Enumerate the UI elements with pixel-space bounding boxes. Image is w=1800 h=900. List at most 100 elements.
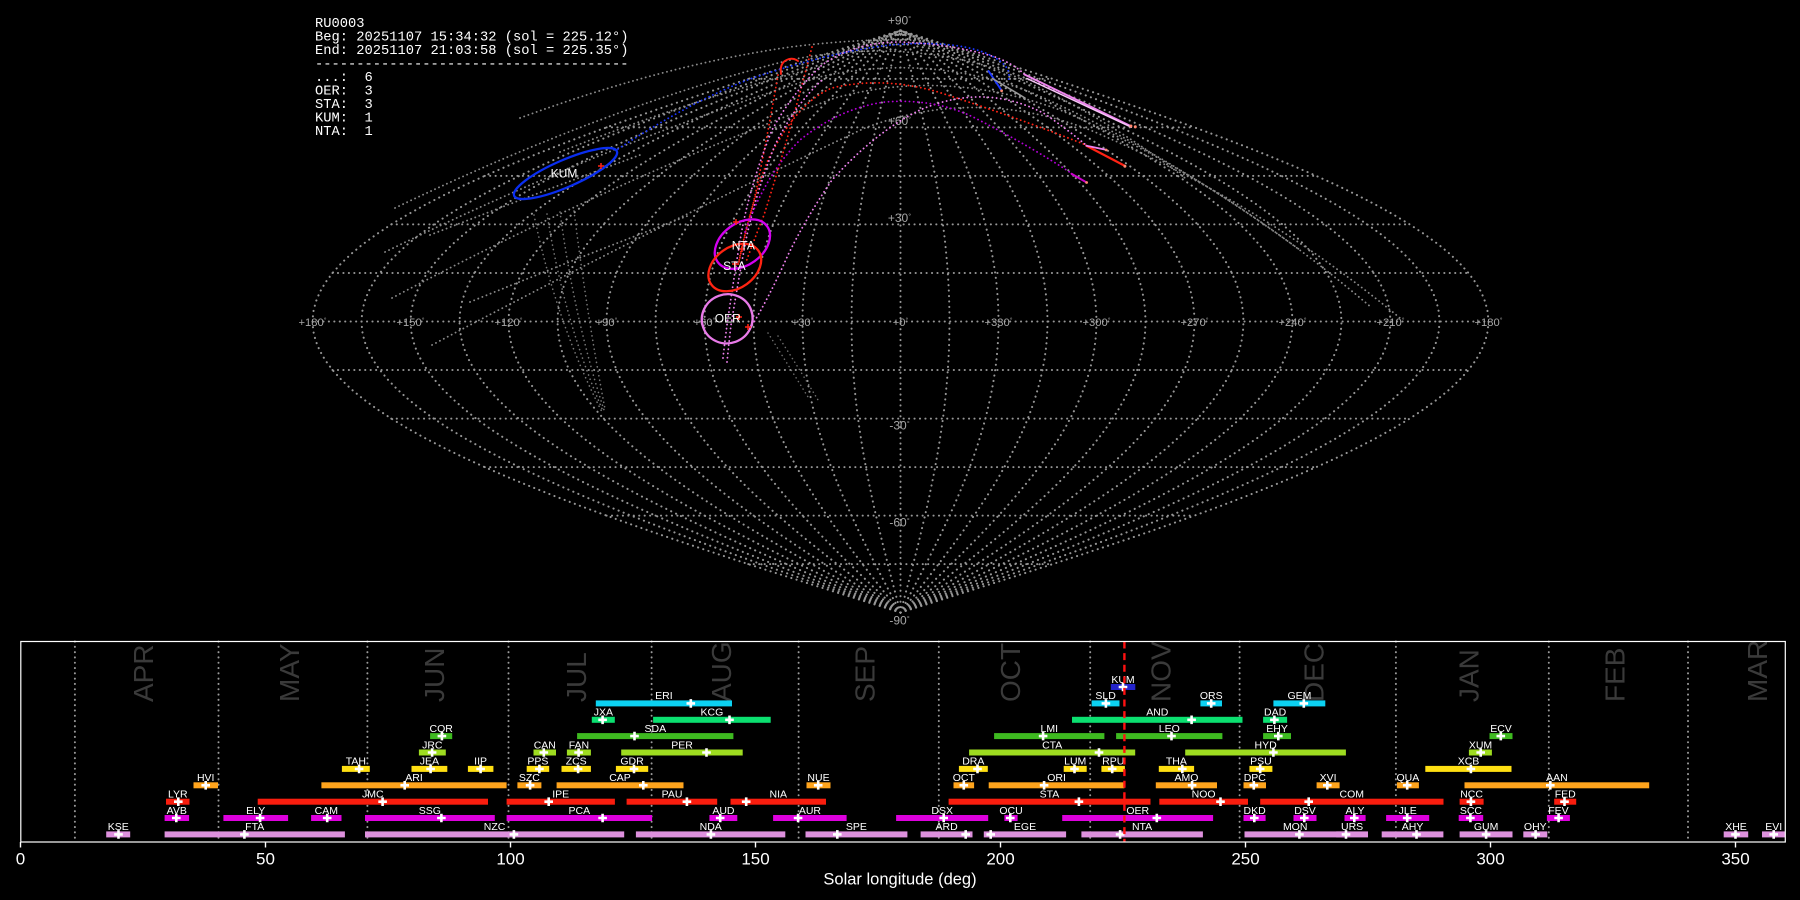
svg-text:SDA: SDA — [645, 723, 667, 735]
svg-text:FEV: FEV — [1548, 805, 1568, 817]
svg-text:HVI: HVI — [197, 772, 215, 784]
svg-text:LYR: LYR — [168, 789, 188, 801]
svg-text:STA: STA — [723, 259, 745, 273]
svg-text:ARD: ARD — [936, 821, 959, 833]
svg-text:0: 0 — [16, 850, 25, 869]
svg-text:NCC: NCC — [1460, 789, 1483, 801]
svg-text:JAN: JAN — [1453, 649, 1484, 702]
svg-text:NZC: NZC — [484, 821, 506, 833]
svg-text:EHY: EHY — [1266, 723, 1288, 735]
svg-text:DSX: DSX — [931, 805, 953, 817]
svg-text:+270°: +270° — [1181, 317, 1209, 330]
svg-text:CAM: CAM — [315, 805, 338, 817]
svg-text:FAN: FAN — [569, 739, 589, 751]
svg-text:CQR: CQR — [430, 723, 454, 735]
svg-text:PPS: PPS — [527, 756, 548, 768]
svg-text:AUD: AUD — [712, 805, 735, 817]
svg-text:ECV: ECV — [1490, 723, 1512, 735]
svg-text:+300°: +300° — [1083, 317, 1111, 330]
svg-text:FED: FED — [1555, 789, 1576, 801]
svg-text:350: 350 — [1721, 850, 1749, 869]
svg-text:SEP: SEP — [850, 646, 881, 702]
svg-text:CAP: CAP — [609, 772, 631, 784]
svg-text:300: 300 — [1476, 850, 1504, 869]
svg-text:JRC: JRC — [422, 739, 443, 751]
svg-text:LEO: LEO — [1159, 723, 1180, 735]
svg-text:QUA: QUA — [1397, 772, 1420, 784]
svg-text:JLE: JLE — [1399, 805, 1417, 817]
svg-text:OCU: OCU — [999, 805, 1022, 817]
svg-text:-60°: -60° — [889, 516, 909, 530]
svg-text:ELY: ELY — [246, 805, 265, 817]
svg-text:ORS: ORS — [1200, 690, 1223, 702]
svg-text:XHE: XHE — [1725, 821, 1747, 833]
svg-text:COM: COM — [1340, 789, 1365, 801]
svg-text:OCT: OCT — [953, 772, 976, 784]
svg-text:APR: APR — [128, 644, 159, 702]
svg-text:JXA: JXA — [594, 707, 613, 719]
svg-text:AUR: AUR — [799, 805, 822, 817]
svg-text:MAY: MAY — [274, 643, 305, 702]
svg-text:GUM: GUM — [1474, 821, 1499, 833]
svg-text:AAN: AAN — [1546, 772, 1568, 784]
svg-text:NTA: NTA — [732, 238, 755, 252]
svg-text:TAH: TAH — [346, 756, 366, 768]
svg-text:JUL: JUL — [561, 652, 592, 702]
svg-text:+330°: +330° — [985, 317, 1013, 330]
svg-text:DAD: DAD — [1264, 707, 1287, 719]
svg-text:KUM: KUM — [551, 167, 578, 181]
svg-text:FEB: FEB — [1599, 648, 1630, 702]
svg-text:ARI: ARI — [405, 772, 423, 784]
svg-text:EGE: EGE — [1014, 821, 1036, 833]
svg-text:XUM: XUM — [1469, 739, 1492, 751]
svg-text:AUG: AUG — [706, 641, 737, 702]
svg-text:URS: URS — [1341, 821, 1363, 833]
svg-text:SCC: SCC — [1460, 805, 1483, 817]
svg-text:NOO: NOO — [1192, 789, 1216, 801]
svg-text:OCT: OCT — [995, 643, 1026, 702]
svg-text:HYD: HYD — [1255, 739, 1278, 751]
svg-text:KSE: KSE — [108, 821, 129, 833]
svg-text:NTA: NTA — [1132, 821, 1152, 833]
svg-text:ZCS: ZCS — [566, 756, 587, 768]
svg-text:KUM: KUM — [1111, 674, 1134, 686]
svg-text:DPC: DPC — [1244, 772, 1267, 784]
svg-text:MAR: MAR — [1742, 640, 1773, 702]
svg-text:PAU: PAU — [662, 789, 683, 801]
svg-text:AMO: AMO — [1175, 772, 1199, 784]
svg-text:GDR: GDR — [620, 756, 644, 768]
svg-text:CAN: CAN — [534, 739, 556, 751]
svg-text:KCG: KCG — [701, 707, 724, 719]
svg-text:SSG: SSG — [419, 805, 441, 817]
svg-text:NUE: NUE — [807, 772, 829, 784]
svg-text:GEM: GEM — [1287, 690, 1311, 702]
svg-text:MON: MON — [1283, 821, 1308, 833]
svg-text:IPE: IPE — [552, 789, 569, 801]
svg-text:XVI: XVI — [1320, 772, 1337, 784]
svg-text:150: 150 — [741, 850, 769, 869]
svg-text:50: 50 — [256, 850, 275, 869]
svg-text:AHY: AHY — [1402, 821, 1424, 833]
svg-text:+180°: +180° — [1475, 317, 1503, 330]
svg-text:+150°: +150° — [397, 317, 425, 330]
svg-text:NOV: NOV — [1146, 641, 1177, 702]
svg-text:JUN: JUN — [419, 648, 450, 702]
svg-text:ERI: ERI — [655, 690, 673, 702]
svg-text:SLD: SLD — [1095, 690, 1116, 702]
svg-text:100: 100 — [496, 850, 524, 869]
svg-text:+210°: +210° — [1377, 317, 1405, 330]
svg-text:FTA: FTA — [245, 821, 264, 833]
svg-text:XCB: XCB — [1458, 756, 1480, 768]
svg-text:AVB: AVB — [167, 805, 187, 817]
svg-text:250: 250 — [1231, 850, 1259, 869]
svg-text:CTA: CTA — [1042, 739, 1062, 751]
svg-text:+90°: +90° — [596, 317, 618, 330]
svg-text:LUM: LUM — [1064, 756, 1086, 768]
svg-text:NDA: NDA — [700, 821, 722, 833]
svg-text:+30°: +30° — [792, 317, 814, 330]
svg-text:ALY: ALY — [1345, 805, 1364, 817]
svg-text:+60°: +60° — [694, 317, 716, 330]
svg-text:NTA: 1: NTA: 1 — [315, 125, 373, 140]
svg-text:DKD: DKD — [1244, 805, 1267, 817]
svg-text:NIA: NIA — [770, 789, 788, 801]
